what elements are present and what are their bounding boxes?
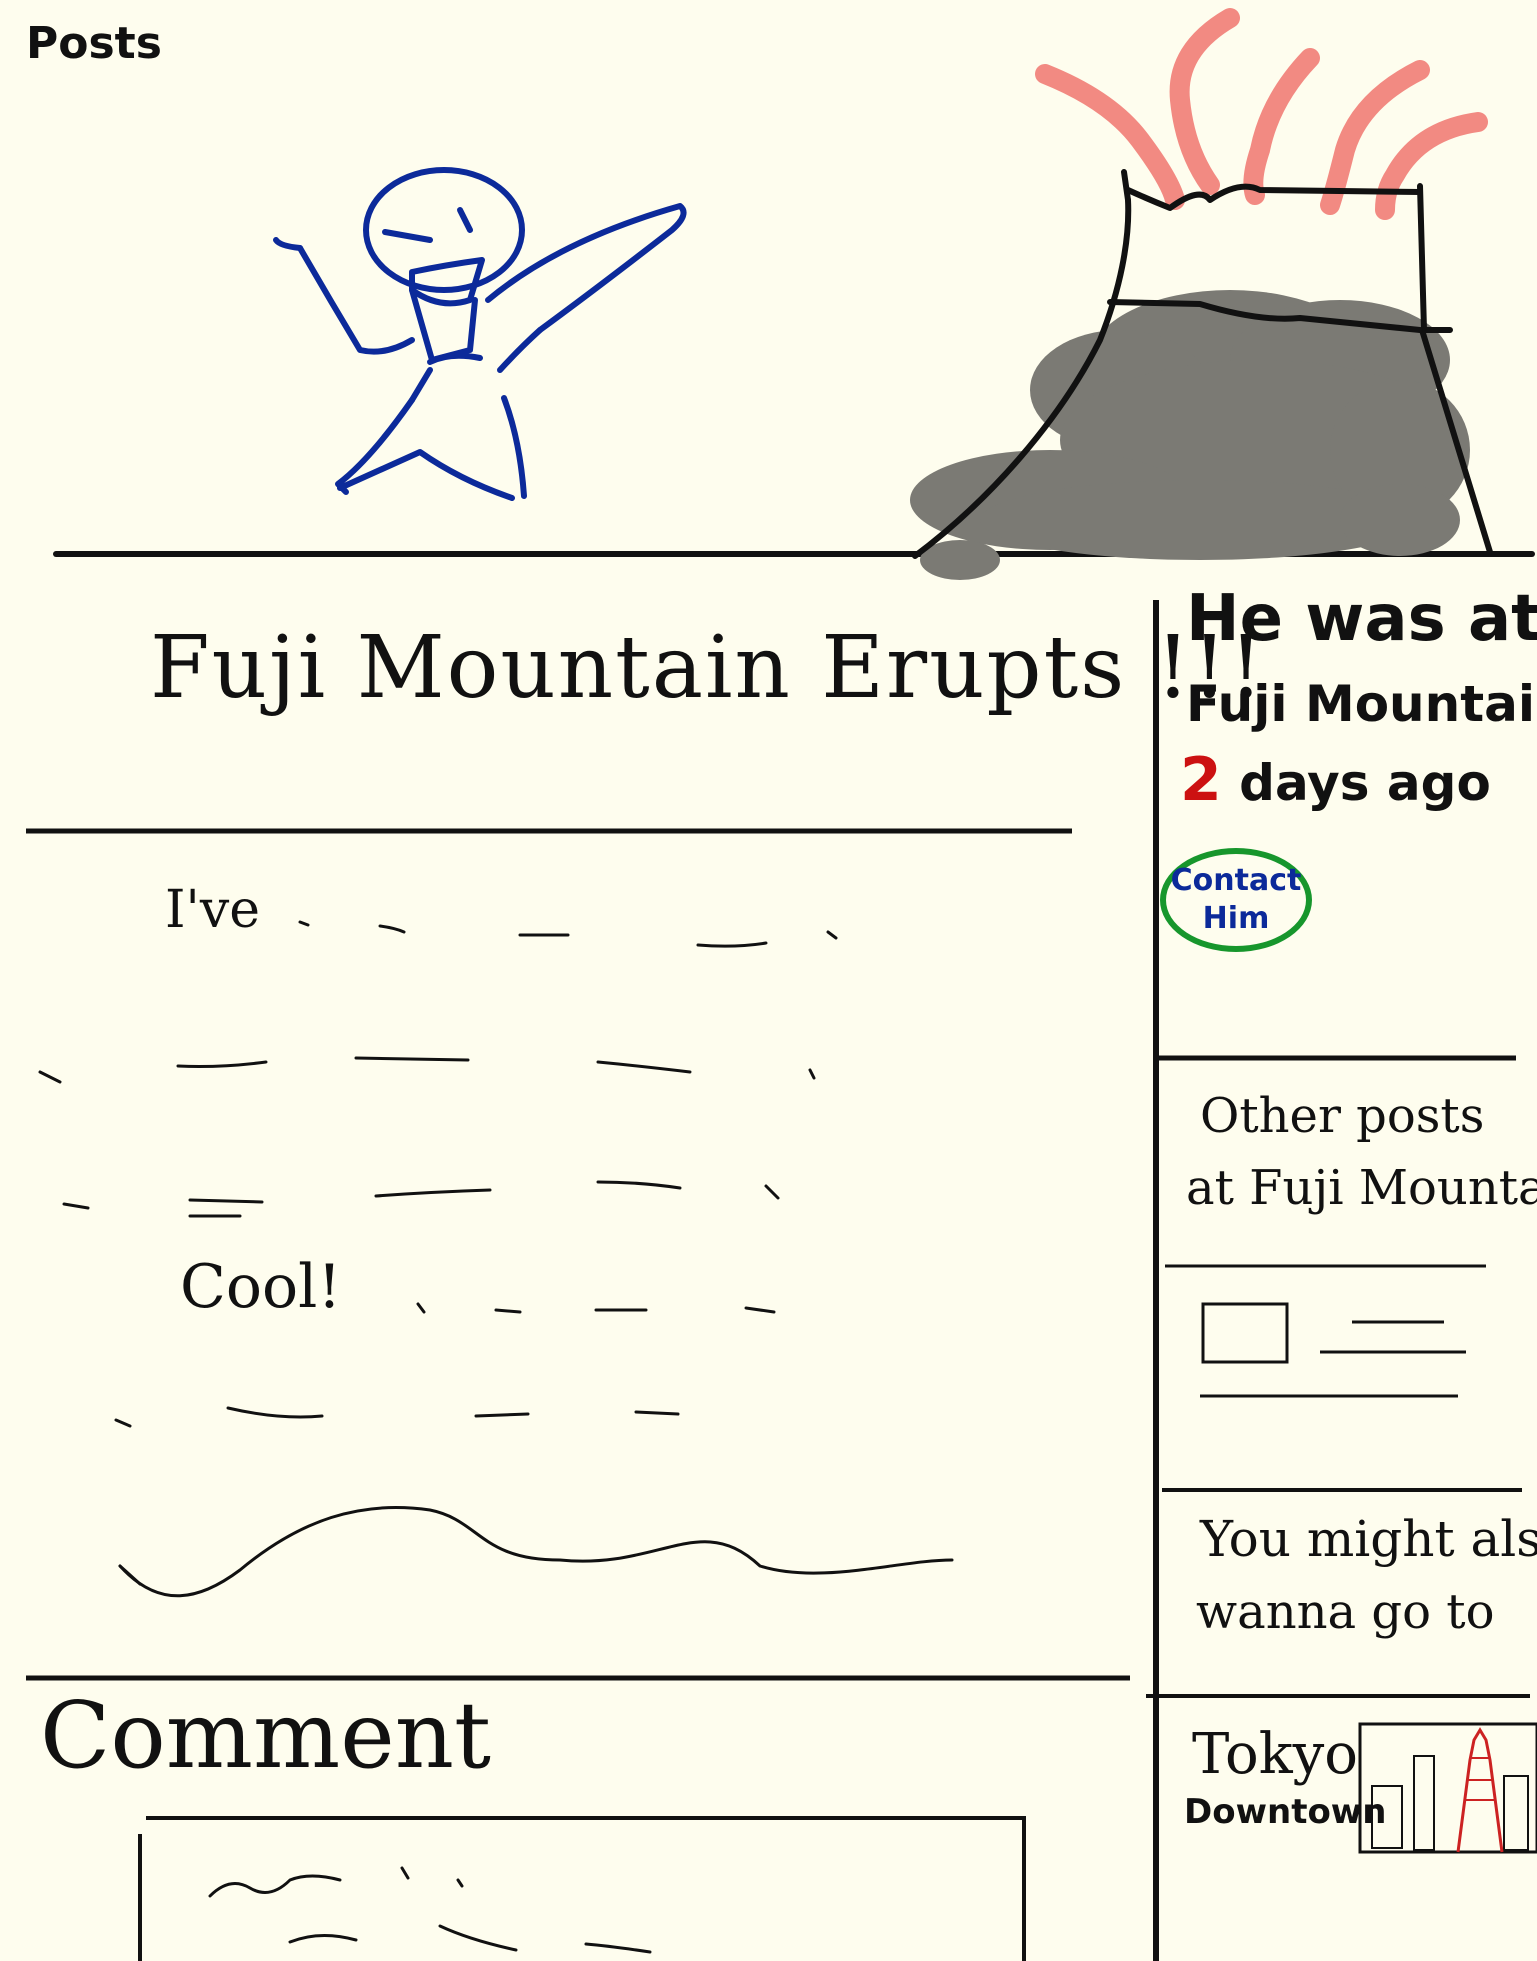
comment-input[interactable]	[142, 1820, 1022, 1961]
erupting-volcano-icon	[910, 8, 1493, 580]
post-title: Fuji Mountain Erupts !!!	[150, 618, 1266, 718]
destination-card-tokyo[interactable]	[1176, 1712, 1537, 1862]
days-suffix: days ago	[1239, 754, 1491, 812]
suggestions-heading: You might also	[1200, 1510, 1537, 1568]
post-body-text: I've	[165, 880, 260, 940]
smoke-cloud	[910, 290, 1470, 580]
contact-button-label: Him	[1202, 901, 1270, 936]
contact-button-label: Contact	[1170, 863, 1302, 898]
suggestions-heading: wanna go to	[1196, 1584, 1495, 1640]
contact-him-button[interactable]: Contact Him	[1160, 848, 1312, 952]
author-location-time: 2 days ago	[1180, 745, 1491, 815]
author-location-place: Fuji Mountain	[1186, 675, 1537, 733]
days-count: 2	[1180, 745, 1222, 815]
other-posts-heading: at Fuji Mountain	[1186, 1160, 1537, 1216]
lava-plumes	[1035, 8, 1488, 220]
other-post-list-item[interactable]	[1196, 1290, 1486, 1406]
comment-heading: Comment	[40, 1682, 491, 1789]
other-posts-heading: Other posts	[1200, 1088, 1485, 1144]
post-body-text: Cool!	[180, 1252, 342, 1322]
author-location-label: He was at	[1186, 582, 1537, 656]
